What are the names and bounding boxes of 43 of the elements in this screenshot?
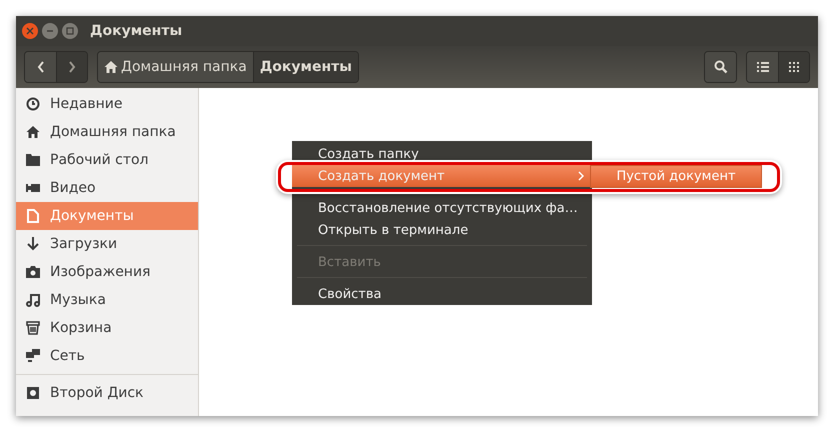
search-icon bbox=[714, 60, 728, 74]
folder-icon bbox=[26, 153, 40, 167]
path-button[interactable]: Документы bbox=[252, 52, 358, 82]
sidebar-item[interactable]: Корзина bbox=[16, 314, 198, 342]
sidebar-item[interactable]: Загрузки bbox=[16, 230, 198, 258]
sidebar-item[interactable]: Видео bbox=[16, 174, 198, 202]
camera-icon bbox=[26, 265, 40, 279]
sidebar-item[interactable]: Домашняя папка bbox=[16, 118, 198, 146]
close-button[interactable] bbox=[22, 23, 38, 39]
window-title: Документы bbox=[90, 23, 182, 39]
document-icon bbox=[26, 209, 40, 223]
maximize-button[interactable] bbox=[62, 23, 78, 39]
forward-button[interactable] bbox=[56, 52, 87, 82]
trash-icon bbox=[26, 321, 40, 335]
music-icon bbox=[26, 293, 40, 307]
menu-item[interactable]: Восстановление отсутствующих фа… bbox=[292, 197, 592, 219]
sidebar-item[interactable]: Недавние bbox=[16, 90, 198, 118]
search-button[interactable] bbox=[705, 52, 736, 82]
chevron-right-icon bbox=[67, 60, 77, 74]
sidebar-item[interactable]: Сеть bbox=[16, 342, 198, 370]
list-icon bbox=[756, 62, 768, 72]
download-icon bbox=[26, 237, 40, 251]
menu-item[interactable]: Создать папку bbox=[292, 143, 592, 165]
home-icon bbox=[104, 60, 118, 74]
sidebar-item[interactable]: Рабочий стол bbox=[16, 146, 198, 174]
grid-icon bbox=[789, 62, 799, 72]
menu-item[interactable]: Открыть в терминале bbox=[292, 219, 592, 241]
minimize-button[interactable] bbox=[42, 23, 58, 39]
grid-view-button[interactable] bbox=[778, 52, 809, 82]
clock-icon bbox=[26, 97, 40, 111]
menu-item[interactable]: Свойства bbox=[292, 283, 592, 305]
maximize-icon bbox=[66, 27, 74, 35]
back-button[interactable] bbox=[25, 52, 56, 82]
list-view-button[interactable] bbox=[747, 52, 778, 82]
network-icon bbox=[26, 349, 40, 363]
sidebar-item[interactable]: Изображения bbox=[16, 258, 198, 286]
video-camera-icon bbox=[26, 181, 40, 195]
sidebar-item[interactable]: Музыка bbox=[16, 286, 198, 314]
chevron-left-icon bbox=[36, 60, 46, 74]
close-icon bbox=[26, 27, 34, 35]
sidebar-item[interactable]: Второй Диск bbox=[16, 379, 198, 407]
home-icon bbox=[26, 125, 40, 139]
path-button[interactable]: Домашняя папка bbox=[98, 52, 253, 82]
